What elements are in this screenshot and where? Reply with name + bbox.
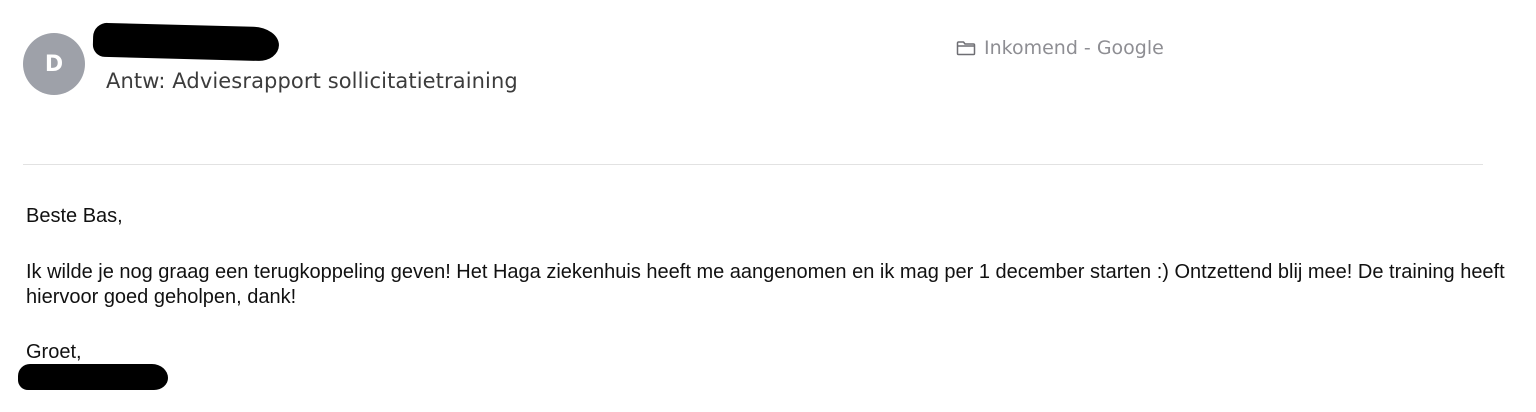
signature-redacted [18,364,168,390]
folder-label: Inkomend - Google [984,37,1164,59]
header-divider [23,164,1483,165]
email-message: Ik wilde je nog graag een terugkoppeling… [26,261,1505,308]
folder-icon [956,40,976,56]
email-closing: Groet, [26,341,82,363]
email-greeting: Beste Bas, [26,205,123,227]
mailbox-folder[interactable]: Inkomend - Google [956,37,1164,59]
sender-name-redacted [92,22,280,62]
avatar[interactable]: D [23,33,85,95]
email-subject: Antw: Adviesrapport sollicitatietraining [106,69,518,93]
avatar-initial: D [44,51,64,77]
email-header: D Antw: Adviesrapport sollicitatietraini… [0,0,1536,166]
